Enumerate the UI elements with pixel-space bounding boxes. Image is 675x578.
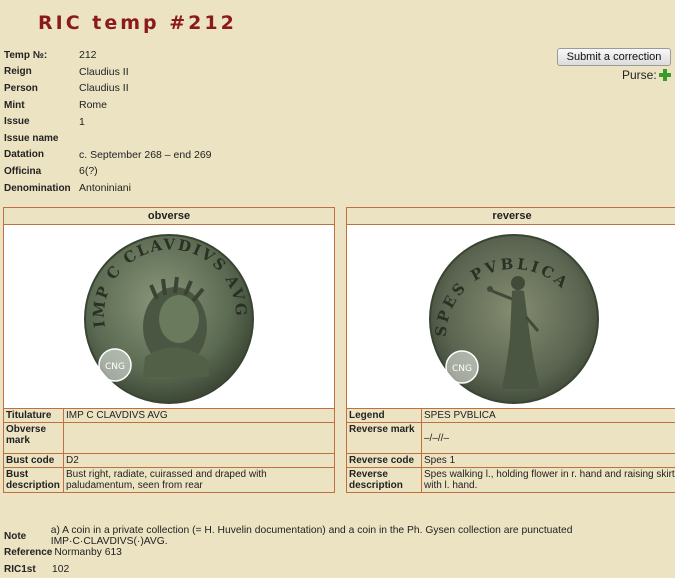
ric-row: RIC1st 102 [4, 561, 675, 578]
note-value: a) A coin in a private collection (= H. … [51, 525, 675, 547]
reverse-value: Spes walking l., holding flower in r. ha… [422, 468, 675, 493]
reverse-key: Legend [347, 409, 422, 423]
submit-correction-button[interactable]: Submit a correction [557, 48, 671, 66]
meta-row-denomination: DenominationAntoniniani [4, 180, 212, 197]
meta-key: Mint [4, 100, 79, 111]
notes-section: Note a) A coin in a private collection (… [4, 528, 675, 578]
obverse-image[interactable]: IMP C CLAVDIVS AVG CNG [4, 225, 334, 409]
meta-key: Denomination [4, 183, 79, 194]
page-title: RIC temp #212 [38, 12, 237, 34]
reverse-value: SPES PVBLICA [422, 409, 675, 423]
reverse-heading: reverse [347, 208, 675, 225]
note-row: Note a) A coin in a private collection (… [4, 528, 675, 545]
obverse-key: Bust code [4, 454, 64, 468]
meta-row-person: PersonClaudius II [4, 80, 212, 97]
reverse-value: –/–//– [422, 423, 675, 454]
obverse-table: Titulature IMP C CLAVDIVS AVG Obverse ma… [4, 409, 334, 492]
ric-key: RIC1st [4, 564, 52, 575]
table-row: Reverse code Spes 1 [347, 454, 675, 468]
note-key: Note [4, 531, 51, 542]
meta-key: Datation [4, 149, 79, 160]
obverse-key: Bust description [4, 468, 64, 493]
reverse-table: Legend SPES PVBLICA Reverse mark –/–//– … [347, 409, 675, 492]
obverse-panel: obverse IMP C CLAVDIVS AVG CNG [3, 207, 335, 493]
meta-value: Claudius II [79, 66, 129, 78]
obverse-key: Titulature [4, 409, 64, 423]
table-row: Bust description Bust right, radiate, cu… [4, 468, 334, 493]
reverse-key: Reverse mark [347, 423, 422, 454]
add-to-purse-icon[interactable] [659, 69, 671, 81]
obverse-value: D2 [64, 454, 335, 468]
reference-value: Normanby 613 [54, 547, 122, 558]
meta-value: 1 [79, 116, 85, 128]
table-row: Bust code D2 [4, 454, 334, 468]
obverse-value: IMP C CLAVDIVS AVG [64, 409, 335, 423]
meta-key: Issue [4, 116, 79, 127]
table-row: Obverse mark [4, 423, 334, 454]
meta-row-issue-name: Issue name [4, 130, 212, 147]
meta-row-temp: Temp №:212 [4, 47, 212, 64]
reverse-coin-illustration: SPES PVBLICA CNG [422, 227, 602, 407]
meta-value: Claudius II [79, 82, 129, 94]
reference-key: Reference [4, 547, 52, 558]
meta-value: Antoniniani [79, 182, 131, 194]
table-row: Titulature IMP C CLAVDIVS AVG [4, 409, 334, 423]
meta-row-mint: MintRome [4, 97, 212, 114]
meta-value: 6(?) [79, 165, 98, 177]
reverse-key: Reverse code [347, 454, 422, 468]
meta-row-datation: Datationc. September 268 – end 269 [4, 147, 212, 164]
table-row: Legend SPES PVBLICA [347, 409, 675, 423]
reverse-value: Spes 1 [422, 454, 675, 468]
table-row: Reverse description Spes walking l., hol… [347, 468, 675, 493]
meta-key: Temp №: [4, 50, 79, 61]
meta-row-issue: Issue1 [4, 113, 212, 130]
meta-key: Reign [4, 66, 79, 77]
meta-value: Rome [79, 99, 107, 111]
meta-key: Officina [4, 166, 79, 177]
cng-watermark-text: CNG [452, 364, 472, 374]
ric-value: 102 [52, 564, 69, 575]
meta-row-reign: ReignClaudius II [4, 64, 212, 81]
meta-row-officina: Officina6(?) [4, 163, 212, 180]
meta-key: Person [4, 83, 79, 94]
purse: Purse: [622, 68, 671, 82]
coin-metadata: Temp №:212 ReignClaudius II PersonClaudi… [4, 47, 212, 196]
cng-watermark-text: CNG [105, 362, 125, 372]
reverse-image[interactable]: SPES PVBLICA CNG [347, 225, 675, 409]
obverse-key: Obverse mark [4, 423, 64, 454]
purse-label: Purse: [622, 68, 657, 82]
obverse-value [64, 423, 335, 454]
table-row: Reverse mark –/–//– [347, 423, 675, 454]
reverse-panel: reverse SPES PVBLICA CNG [346, 207, 675, 493]
meta-value: 212 [79, 49, 97, 61]
obverse-value: Bust right, radiate, cuirassed and drape… [64, 468, 335, 493]
meta-value: c. September 268 – end 269 [79, 149, 212, 161]
obverse-coin-illustration: IMP C CLAVDIVS AVG CNG [79, 227, 259, 407]
obverse-heading: obverse [4, 208, 334, 225]
meta-key: Issue name [4, 133, 79, 144]
reverse-key: Reverse description [347, 468, 422, 493]
